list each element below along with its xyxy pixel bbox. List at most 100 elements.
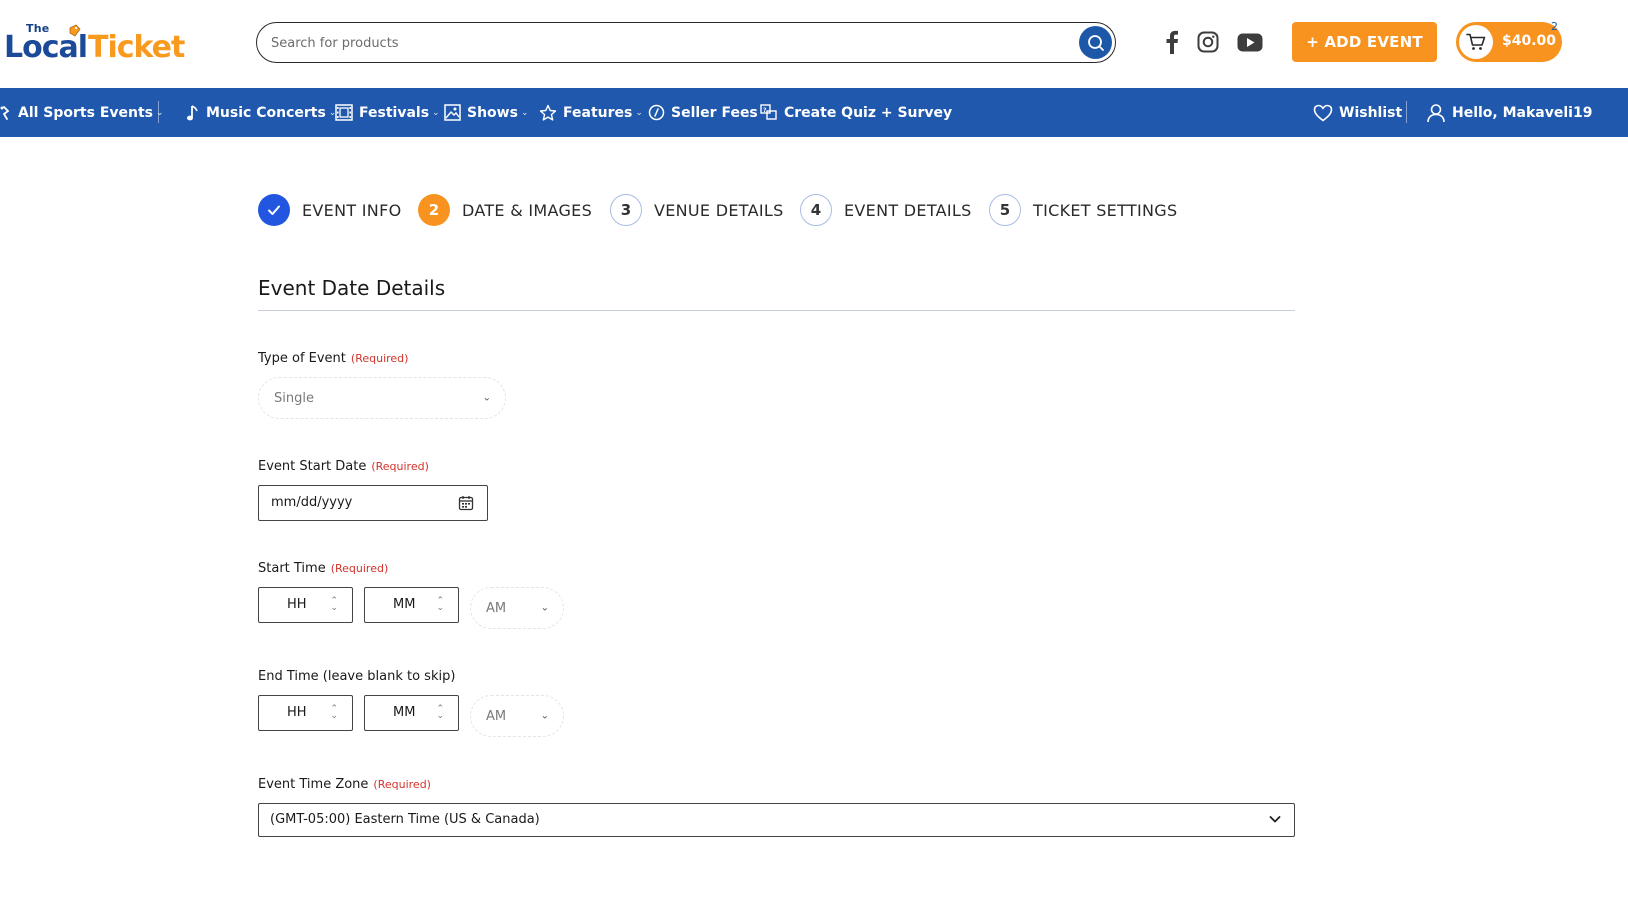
wishlist-label: Wishlist <box>1339 104 1403 121</box>
required-marker: (Required) <box>350 352 409 365</box>
nav-label: Features <box>563 104 633 121</box>
cart-icon <box>1466 33 1486 50</box>
step-label: VENUE DETAILS <box>654 200 784 220</box>
start-ampm-select[interactable]: AM ⌄ <box>470 587 564 629</box>
youtube-icon <box>1237 33 1263 51</box>
nav-label: Shows <box>467 104 518 121</box>
search-icon <box>1087 34 1104 51</box>
youtube-link[interactable] <box>1236 28 1264 56</box>
step-ticket-settings[interactable]: 5 TICKET SETTINGS <box>989 194 1177 226</box>
chevron-down-icon: ⌄ <box>482 392 491 404</box>
image-icon <box>444 104 461 121</box>
site-logo[interactable]: The Local Ticket <box>4 22 194 65</box>
select-value: AM <box>486 600 507 616</box>
step-number: 3 <box>610 194 642 226</box>
music-note-icon <box>187 104 198 120</box>
logo-ticket: Ticket <box>88 30 185 65</box>
calendar-icon[interactable] <box>458 495 474 511</box>
nav-label: All Sports Events <box>18 104 154 121</box>
nav-label: Music Concerts <box>206 104 326 121</box>
nav-item-seller-fees[interactable]: Seller Fees <box>648 88 758 137</box>
nav-item-music-concerts[interactable]: Music Concerts ⌄ <box>186 88 336 137</box>
hour-placeholder: HH <box>287 705 307 720</box>
step-number: 4 <box>800 194 832 226</box>
minute-placeholder: MM <box>393 597 416 612</box>
spinner-icon[interactable]: ⌃ ⌄ <box>330 597 338 613</box>
spinner-icon[interactable]: ⌃ ⌄ <box>436 597 444 613</box>
step-label: DATE & IMAGES <box>462 200 593 220</box>
minute-placeholder: MM <box>393 705 416 720</box>
end-time-label: End Time (leave blank to skip) <box>258 669 455 684</box>
step-number: 5 <box>989 194 1021 226</box>
hour-placeholder: HH <box>287 597 307 612</box>
end-ampm-select[interactable]: AM ⌄ <box>470 695 564 737</box>
section-divider <box>258 310 1295 311</box>
step-label: EVENT DETAILS <box>844 200 972 220</box>
cart-button[interactable]: $40.00 <box>1456 22 1562 62</box>
end-minute-input[interactable]: MM ⌃ ⌄ <box>364 695 459 731</box>
logo-local: Local <box>4 30 88 65</box>
user-greeting: Hello, Makaveli19 <box>1452 104 1593 121</box>
instagram-link[interactable] <box>1194 28 1222 56</box>
start-date-input[interactable]: mm/dd/yyyy <box>258 485 488 521</box>
required-marker: (Required) <box>330 562 389 575</box>
step-done-circle <box>258 194 290 226</box>
wishlist-link[interactable]: Wishlist <box>1313 88 1402 137</box>
cart-amount: $40.00 <box>1502 33 1557 49</box>
start-minute-input[interactable]: MM ⌃ ⌄ <box>364 587 459 623</box>
step-date-images[interactable]: 2 DATE & IMAGES <box>418 194 592 226</box>
field-label: Event Time Zone <box>258 777 369 792</box>
start-time-label: Start Time (Required) <box>258 561 388 576</box>
nav-label: Seller Fees <box>671 104 758 121</box>
search-button[interactable] <box>1079 26 1112 59</box>
facebook-link[interactable] <box>1158 28 1186 56</box>
instagram-icon <box>1197 31 1219 53</box>
type-of-event-select[interactable]: Single ⌄ <box>258 377 506 419</box>
time-zone-label: Event Time Zone (Required) <box>258 777 431 792</box>
chevron-down-icon <box>1269 816 1281 823</box>
add-event-button[interactable]: + ADD EVENT <box>1292 22 1437 62</box>
chevron-down-icon: ⌄ <box>635 107 643 118</box>
film-icon <box>335 104 353 121</box>
step-venue-details[interactable]: 3 VENUE DETAILS <box>610 194 784 226</box>
field-label: End Time (leave blank to skip) <box>258 669 456 684</box>
type-of-event-label: Type of Event (Required) <box>258 351 408 366</box>
facebook-icon <box>1166 30 1178 54</box>
end-hour-input[interactable]: HH ⌃ ⌄ <box>258 695 353 731</box>
select-value: (GMT-05:00) Eastern Time (US & Canada) <box>270 812 540 827</box>
chevron-down-icon: ⌄ <box>432 107 440 118</box>
chevron-down-icon: ⌄ <box>520 107 529 118</box>
step-event-info[interactable]: EVENT INFO <box>258 194 401 226</box>
nav-item-shows[interactable]: Shows ⌄ <box>444 88 528 137</box>
section-title: Event Date Details <box>258 276 446 300</box>
nav-item-features[interactable]: Features ⌄ <box>539 88 643 137</box>
required-marker: (Required) <box>373 778 431 791</box>
step-label: TICKET SETTINGS <box>1033 200 1178 220</box>
nav-label: Festivals <box>359 104 430 121</box>
search-bar <box>256 22 1116 63</box>
nav-item-all-sports-events[interactable]: All Sports Events ⌄ <box>0 88 164 137</box>
spinner-icon[interactable]: ⌃ ⌄ <box>330 705 338 721</box>
nav-label: Create Quiz + Survey <box>784 104 953 121</box>
nav-item-festivals[interactable]: Festivals ⌄ <box>335 88 440 137</box>
date-placeholder: mm/dd/yyyy <box>271 495 353 510</box>
svg-text:?: ? <box>763 107 767 114</box>
sports-icon <box>0 105 10 120</box>
search-input[interactable] <box>271 32 1061 54</box>
step-event-details[interactable]: 4 EVENT DETAILS <box>800 194 972 226</box>
nav-item-create-quiz-survey[interactable]: ? Create Quiz + Survey <box>760 88 952 137</box>
spinner-icon[interactable]: ⌃ ⌄ <box>436 705 444 721</box>
star-icon <box>539 104 557 121</box>
step-number: 2 <box>418 194 450 226</box>
start-hour-input[interactable]: HH ⌃ ⌄ <box>258 587 353 623</box>
nav-divider <box>158 101 159 123</box>
nav-divider <box>1406 101 1407 123</box>
site-header: The Local Ticket Search for products + A… <box>0 0 1628 88</box>
field-label: Start Time <box>258 561 326 576</box>
quiz-icon: ? <box>760 104 777 120</box>
user-icon <box>1427 103 1445 122</box>
main-nav: All Sports Events ⌄ Music Concerts ⌄ Fes… <box>0 88 1628 137</box>
time-zone-select[interactable]: (GMT-05:00) Eastern Time (US & Canada) <box>258 803 1295 837</box>
user-account-link[interactable]: Hello, Makaveli19 <box>1426 88 1592 137</box>
cart-icon-wrap <box>1459 25 1493 59</box>
